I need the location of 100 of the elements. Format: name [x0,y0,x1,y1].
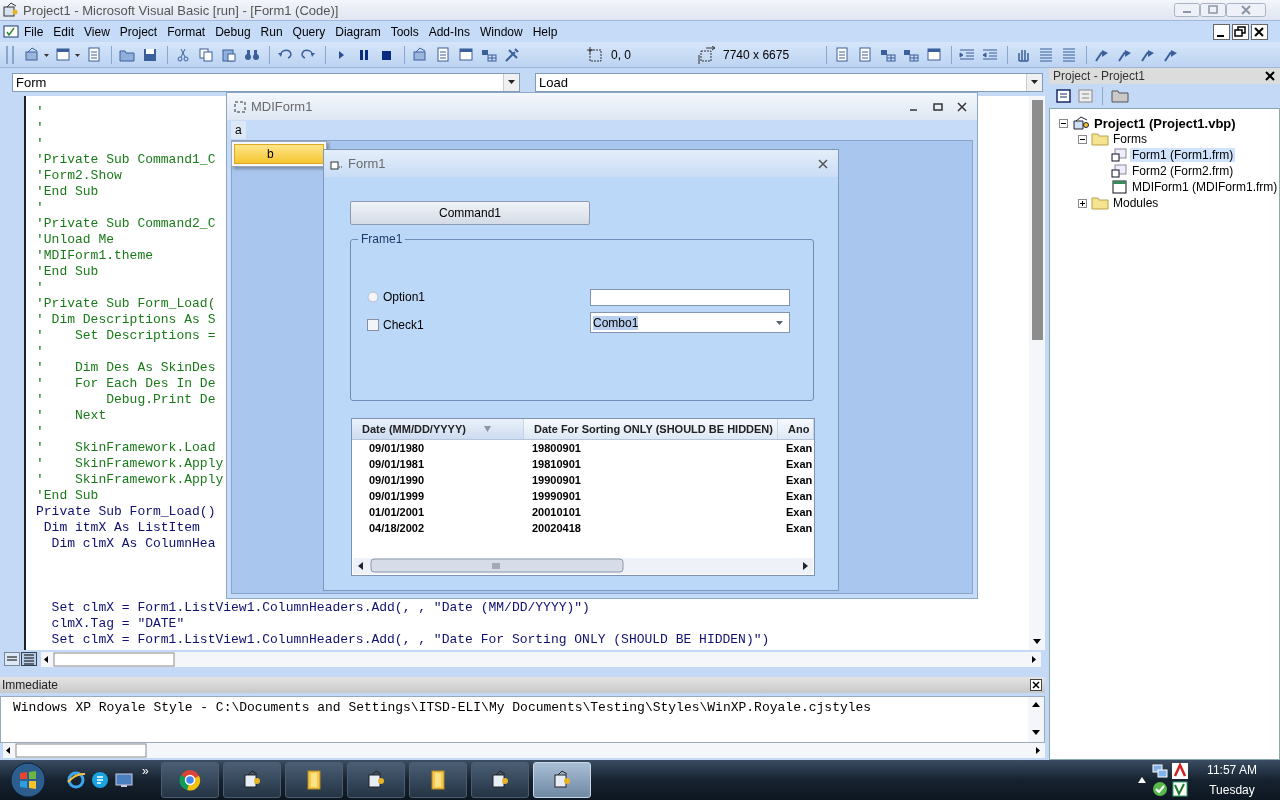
column-header[interactable]: Ano [778,419,814,439]
full-module-view-icon[interactable] [21,652,37,666]
code-line: ' Debug.Print De [36,392,216,408]
tree-item[interactable]: Modules [1111,196,1161,210]
code-line: 'Private Sub Form_Load( [36,296,216,312]
checkbox-label[interactable]: Check1 [383,318,424,332]
close-icon[interactable] [1264,70,1277,82]
form-icon [1110,164,1128,178]
minimize-icon[interactable] [1213,23,1230,40]
option-label[interactable]: Option1 [383,290,426,304]
mdi-form-icon [1110,180,1128,194]
text-field[interactable] [590,289,790,306]
radio-button[interactable] [367,291,379,303]
table-cell: Exan [786,490,813,502]
horizontal-scrollbar[interactable] [3,743,1045,758]
taskbar-button[interactable] [160,762,219,798]
menu-item[interactable]: Query [287,24,331,39]
tree-item[interactable]: Form2 (Form2.frm) [1130,164,1236,178]
menu-item[interactable]: View [79,24,115,39]
code-window-icon [3,23,19,40]
menu-item[interactable]: a [231,121,246,139]
app-icon [3,2,19,18]
clock-time[interactable]: 11:57 AM [1207,763,1257,777]
table-cell: 20020418 [532,522,581,534]
collapse-icon[interactable] [1059,118,1068,128]
tree-item[interactable]: Form1 (Form1.frm) [1130,148,1236,162]
tree-item[interactable]: Project1 (Project1.vbp) [1092,115,1238,131]
menu-item[interactable]: Diagram [330,24,386,39]
add-project-icon[interactable] [23,45,51,64]
code-line: ' Set Descriptions = [36,328,216,344]
command-button[interactable]: Command1 [350,201,590,225]
procedure-dropdown[interactable]: Load [535,72,1043,92]
panel-title: Project - Project1 [1053,69,1146,83]
menu-item[interactable]: Edit [48,24,80,39]
up-arrow-icon[interactable] [1138,775,1146,785]
close-icon[interactable] [1030,679,1042,691]
table-cell: 19810901 [532,458,581,470]
start-button[interactable] [10,762,46,798]
object-dropdown[interactable]: Form [12,72,520,92]
code-line: ' [36,104,44,120]
checkmark-icon[interactable] [1152,781,1168,797]
menu-item[interactable]: b [234,144,324,164]
expand-icon[interactable] [1078,198,1087,208]
menu-item[interactable]: Format [162,24,211,39]
taskbar-button[interactable] [222,762,281,798]
menu-item[interactable]: Add-Ins [423,24,475,39]
code-line: ' [36,344,44,360]
code-line: ' SkinFramework.Load [36,440,216,456]
folder-icon [1091,132,1109,146]
collapse-icon[interactable] [1078,134,1087,144]
menu-item[interactable]: Project [114,24,163,39]
restore-icon[interactable] [1232,23,1249,40]
combo-box[interactable]: Combo1 [590,312,790,333]
close-icon[interactable] [1251,23,1268,40]
checkbox[interactable] [367,319,379,331]
menu-item[interactable]: Tools [385,24,424,39]
taskbar-button[interactable] [346,762,405,798]
view-code-icon[interactable] [1055,88,1073,104]
shield-icon[interactable] [1172,781,1188,797]
close-icon[interactable] [818,158,828,169]
maximize-icon[interactable] [933,101,943,112]
globe-icon[interactable] [66,770,86,790]
code-line: Set clmX = Form1.ListView1.ColumnHeaders.Add(, , "Date For Sorting ONLY (SHOULD BE HIDDEN)") [50,632,770,648]
toolbar-grip[interactable] [6,45,14,64]
form-window-icon [489,770,510,790]
horizontal-scrollbar[interactable] [41,651,1041,667]
window-title: Form1 [348,156,386,171]
tree-item[interactable]: MDIForm1 (MDIForm1.frm) [1130,180,1280,194]
round-logo-icon [178,769,201,791]
menu-item[interactable]: Debug [210,24,256,39]
taskbar-button[interactable] [284,762,343,798]
taskbar-button[interactable] [470,762,529,798]
menu-item[interactable]: Run [255,24,288,39]
table-cell: 19800901 [532,442,581,454]
procedure-view-icon[interactable] [4,652,20,666]
position-icon [586,45,604,64]
monitor-icon[interactable] [114,770,134,790]
table-cell: 04/18/2002 [369,522,425,534]
taskbar-button[interactable] [408,762,467,798]
table-cell: 09/01/1999 [369,490,425,502]
column-header[interactable]: Date (MM/DD/YYYY) [352,419,524,439]
network-icon[interactable] [1152,763,1168,779]
chat-icon[interactable] [90,770,110,790]
table-cell: 20010101 [532,506,581,518]
code-line: 'End Sub [36,184,99,200]
horizontal-scrollbar[interactable] [353,558,813,574]
column-header[interactable]: Date For Sorting ONLY (SHOULD BE HIDDEN) [524,419,778,439]
close-icon[interactable] [957,101,967,112]
clock-day[interactable]: Tuesday [1209,783,1255,797]
code-line: 'MDIForm1.theme [36,248,154,264]
vertical-scrollbar[interactable] [1029,96,1045,650]
menu-item[interactable]: Help [527,24,563,39]
vertical-scrollbar[interactable] [1028,697,1044,742]
add-form-icon[interactable] [54,45,82,64]
menu-item[interactable]: Window [475,24,528,39]
overflow-chevron[interactable]: » [142,764,149,778]
tree-item[interactable]: Forms [1111,132,1149,146]
folder-icon[interactable] [1110,88,1130,104]
menu-item[interactable]: File [19,24,49,39]
output-line: Windows XP Royale Style - C:\Documents and Settings\ITSD-ELI\My Documents\Testing\Styles\WinXP.Royale.cjstyles [13,700,872,716]
